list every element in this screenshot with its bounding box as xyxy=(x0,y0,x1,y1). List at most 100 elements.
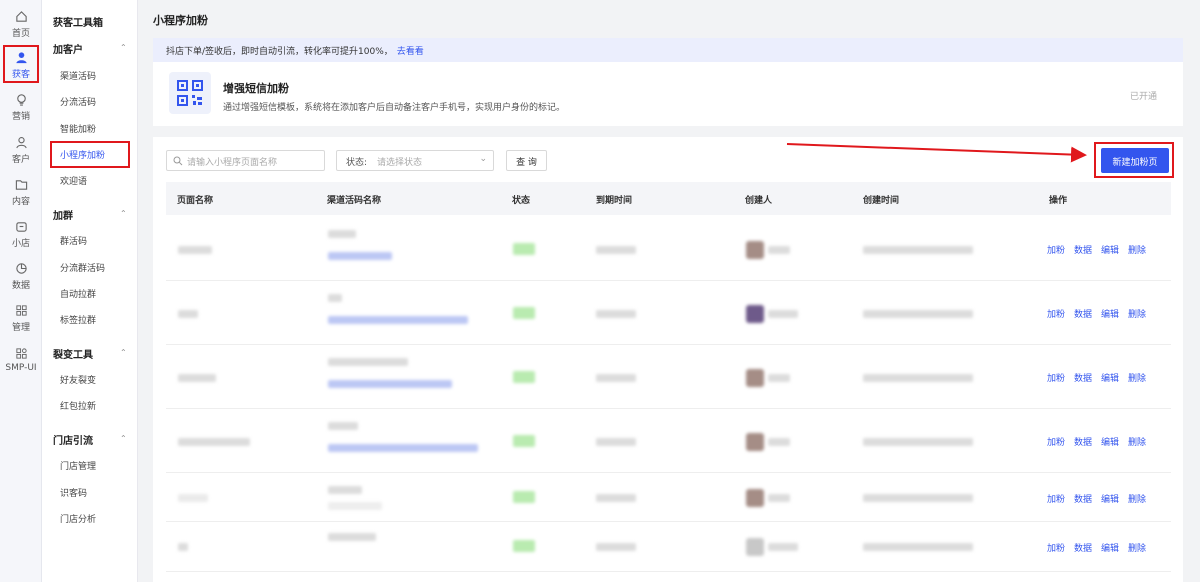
rail-item-acquire[interactable]: 获客 xyxy=(0,45,42,85)
blurred-cell xyxy=(768,543,798,551)
column-header: 渠道活码名称 xyxy=(327,196,382,206)
rail-item-shop[interactable]: 小店 xyxy=(0,214,42,254)
column-header: 操作 xyxy=(1049,196,1068,206)
edit-link[interactable]: 编辑 xyxy=(1101,438,1119,448)
menu-item-tag-group[interactable]: 标签拉群 xyxy=(60,313,96,326)
table-row: 加粉 数据 编辑 删除 xyxy=(166,345,1171,409)
menu-item-auto-group[interactable]: 自动拉群 xyxy=(60,287,96,300)
banner-link[interactable]: 去看看 xyxy=(397,47,424,57)
chevron-up-icon[interactable]: ⌃ xyxy=(120,434,127,443)
group-add-group[interactable]: 加群 xyxy=(53,207,73,222)
status-badge xyxy=(513,243,535,255)
menu-item-store-manage[interactable]: 门店管理 xyxy=(60,459,96,472)
row-actions: 加粉 数据 编辑 删除 xyxy=(1047,492,1155,505)
feature-title: 增强短信加粉 xyxy=(223,82,289,95)
blurred-cell xyxy=(328,230,356,238)
menu-item-store-analysis[interactable]: 门店分析 xyxy=(60,512,96,525)
blurred-cell xyxy=(328,486,362,494)
data-link[interactable]: 数据 xyxy=(1074,544,1092,554)
delete-link[interactable]: 删除 xyxy=(1128,438,1146,448)
rail-item-content[interactable]: 内容 xyxy=(0,172,42,212)
avatar xyxy=(746,305,764,323)
apps-icon xyxy=(15,348,27,359)
add-fans-link[interactable]: 加粉 xyxy=(1047,374,1065,384)
blurred-cell xyxy=(596,494,636,502)
data-link[interactable]: 数据 xyxy=(1074,246,1092,256)
blurred-cell xyxy=(596,246,636,254)
chevron-up-icon[interactable]: ⌃ xyxy=(120,209,127,218)
grid-icon xyxy=(15,304,27,316)
data-link[interactable]: 数据 xyxy=(1074,374,1092,384)
rail-item-customer[interactable]: 客户 xyxy=(0,130,42,170)
edit-link[interactable]: 编辑 xyxy=(1101,374,1119,384)
edit-link[interactable]: 编辑 xyxy=(1101,544,1119,554)
table-row: 加粉 数据 编辑 删除 xyxy=(166,217,1171,281)
status-badge xyxy=(513,491,535,503)
row-actions: 加粉 数据 编辑 删除 xyxy=(1047,243,1155,256)
blurred-cell xyxy=(863,246,973,254)
group-add-customer[interactable]: 加客户 xyxy=(53,41,83,56)
blurred-cell xyxy=(178,246,212,254)
row-actions: 加粉 数据 编辑 删除 xyxy=(1047,371,1155,384)
blurred-cell xyxy=(328,533,376,541)
menu-item-friend-fission[interactable]: 好友裂变 xyxy=(60,373,96,386)
menu-item-redpacket[interactable]: 红包拉新 xyxy=(60,399,96,412)
menu-item-split-group-code[interactable]: 分流群活码 xyxy=(60,261,105,274)
delete-link[interactable]: 删除 xyxy=(1128,374,1146,384)
delete-link[interactable]: 删除 xyxy=(1128,495,1146,505)
delete-link[interactable]: 删除 xyxy=(1128,246,1146,256)
add-fans-link[interactable]: 加粉 xyxy=(1047,310,1065,320)
table-row: 加粉 数据 编辑 删除 xyxy=(166,473,1171,522)
rail-item-home[interactable]: 首页 xyxy=(0,4,42,44)
data-link[interactable]: 数据 xyxy=(1074,438,1092,448)
chevron-up-icon[interactable]: ⌃ xyxy=(120,43,127,52)
blurred-cell xyxy=(328,502,382,510)
data-link[interactable]: 数据 xyxy=(1074,495,1092,505)
menu-item-smart-add[interactable]: 智能加粉 xyxy=(60,122,96,135)
secondary-menu: 获客工具箱 加客户 ⌃ 渠道活码 分流活码 智能加粉 小程序加粉 欢迎语 加群 … xyxy=(42,0,138,582)
rail-label: SMP-UI xyxy=(5,363,37,373)
group-store[interactable]: 门店引流 xyxy=(53,432,93,447)
rail-item-marketing[interactable]: 营销 xyxy=(0,87,42,127)
highlight-box xyxy=(50,141,130,168)
group-fission[interactable]: 裂变工具 xyxy=(53,346,93,361)
menu-item-channel-code[interactable]: 渠道活码 xyxy=(60,69,96,82)
column-header: 到期时间 xyxy=(596,196,633,206)
edit-link[interactable]: 编辑 xyxy=(1101,246,1119,256)
menu-item-welcome[interactable]: 欢迎语 xyxy=(60,174,87,187)
rail-label: 客户 xyxy=(11,154,30,165)
folder-icon xyxy=(15,179,27,190)
edit-link[interactable]: 编辑 xyxy=(1101,495,1119,505)
rail-label: 首页 xyxy=(11,28,30,39)
rail-item-manage[interactable]: 管理 xyxy=(0,298,42,338)
blurred-cell xyxy=(328,294,342,302)
blurred-cell xyxy=(768,246,790,254)
blurred-cell xyxy=(596,543,636,551)
add-fans-link[interactable]: 加粉 xyxy=(1047,246,1065,256)
blurred-cell xyxy=(328,358,408,366)
row-actions: 加粉 数据 编辑 删除 xyxy=(1047,307,1155,320)
avatar xyxy=(746,489,764,507)
new-page-button[interactable]: 新建加粉页 xyxy=(1101,148,1169,173)
blurred-cell xyxy=(863,310,973,318)
add-fans-link[interactable]: 加粉 xyxy=(1047,495,1065,505)
blurred-cell xyxy=(596,374,636,382)
edit-link[interactable]: 编辑 xyxy=(1101,310,1119,320)
shop-icon xyxy=(15,221,27,232)
chevron-up-icon[interactable]: ⌃ xyxy=(120,348,127,357)
menu-item-split-code[interactable]: 分流活码 xyxy=(60,95,96,108)
blurred-cell xyxy=(863,494,973,502)
data-link[interactable]: 数据 xyxy=(1074,310,1092,320)
menu-item-customer-code[interactable]: 识客码 xyxy=(60,486,87,499)
add-fans-link[interactable]: 加粉 xyxy=(1047,544,1065,554)
delete-link[interactable]: 删除 xyxy=(1128,544,1146,554)
blurred-cell xyxy=(768,374,790,382)
menu-item-group-code[interactable]: 群活码 xyxy=(60,234,87,247)
rail-item-smp-ui[interactable]: SMP-UI xyxy=(0,340,42,380)
home-icon xyxy=(15,10,27,22)
add-fans-link[interactable]: 加粉 xyxy=(1047,438,1065,448)
column-header: 创建时间 xyxy=(863,196,900,206)
row-actions: 加粉 数据 编辑 删除 xyxy=(1047,435,1155,448)
delete-link[interactable]: 删除 xyxy=(1128,310,1146,320)
rail-item-data[interactable]: 数据 xyxy=(0,256,42,296)
